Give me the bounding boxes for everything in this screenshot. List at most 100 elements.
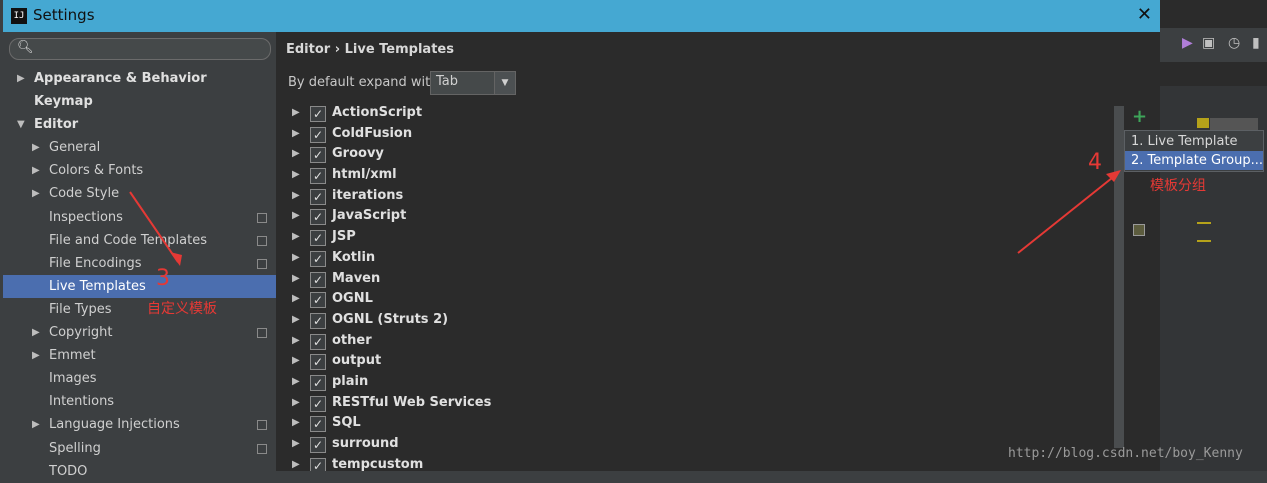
chevron-right-icon[interactable]: ▶ [292, 376, 300, 387]
group-checkbox[interactable]: ✓ [310, 354, 326, 371]
sidebar-item[interactable]: ▶ Copyright [3, 321, 276, 344]
template-group-row[interactable]: ▶ ✓ SQL [288, 414, 1118, 435]
chevron-right-icon[interactable]: ▶ [32, 344, 40, 367]
sidebar-item[interactable]: ▶ Code Style [3, 182, 276, 205]
group-checkbox[interactable]: ✓ [310, 271, 326, 288]
group-checkbox[interactable]: ✓ [310, 168, 326, 185]
sidebar-item[interactable]: Inspections [3, 206, 276, 229]
template-group-name: Maven [332, 270, 381, 286]
expand-select[interactable]: Tab ▼ [430, 71, 516, 95]
template-group-row[interactable]: ▶ ✓ surround [288, 435, 1118, 456]
group-checkbox[interactable]: ✓ [310, 374, 326, 391]
template-group-row[interactable]: ▶ ✓ Kotlin [288, 249, 1118, 270]
group-checkbox[interactable]: ✓ [310, 416, 326, 433]
chevron-right-icon[interactable]: ▶ [292, 459, 300, 470]
menu-item-template-group[interactable]: 2. Template Group... [1125, 151, 1263, 170]
chevron-right-icon[interactable]: ▶ [32, 413, 40, 436]
chevron-down-icon[interactable]: ▼ [494, 72, 515, 94]
chevron-right-icon[interactable]: ▶ [32, 159, 40, 182]
chevron-right-icon[interactable]: ▶ [292, 169, 300, 180]
group-checkbox[interactable]: ✓ [310, 437, 326, 453]
sidebar-item[interactable]: ▶ Emmet [3, 344, 276, 367]
chevron-right-icon[interactable]: ▶ [32, 182, 40, 205]
chevron-right-icon[interactable]: ▶ [292, 438, 300, 449]
scrollbar[interactable] [1114, 106, 1124, 448]
chevron-right-icon[interactable]: ▶ [292, 355, 300, 366]
chevron-right-icon[interactable]: ▶ [17, 67, 25, 90]
chevron-right-icon[interactable]: ▶ [292, 128, 300, 139]
template-group-row[interactable]: ▶ ✓ plain [288, 373, 1118, 394]
template-group-name: JSP [332, 229, 356, 245]
close-icon[interactable]: ✕ [1137, 4, 1152, 25]
sidebar-item-label: Code Style [49, 186, 120, 202]
chevron-right-icon[interactable]: ▶ [292, 273, 300, 284]
group-checkbox[interactable]: ✓ [310, 230, 326, 247]
search-input[interactable]: 🔍︎ [9, 38, 271, 60]
chevron-right-icon[interactable]: ▶ [292, 417, 300, 428]
template-group-row[interactable]: ▶ ✓ Maven [288, 270, 1118, 291]
debug-icon: ▣ [1202, 35, 1216, 51]
sidebar-item[interactable]: Keymap [3, 90, 276, 113]
chevron-right-icon[interactable]: ▶ [292, 314, 300, 325]
sidebar-item[interactable]: Intentions [3, 390, 276, 413]
template-group-row[interactable]: ▶ ✓ JavaScript [288, 207, 1118, 228]
template-group-row[interactable]: ▶ ✓ JSP [288, 228, 1118, 249]
chevron-right-icon[interactable]: ▶ [292, 190, 300, 201]
group-checkbox[interactable]: ✓ [310, 147, 326, 164]
group-checkbox[interactable]: ✓ [310, 250, 326, 267]
group-checkbox[interactable]: ✓ [310, 188, 326, 205]
chevron-right-icon[interactable]: ▶ [292, 397, 300, 408]
template-group-row[interactable]: ▶ ✓ other [288, 332, 1118, 353]
template-group-name: surround [332, 436, 399, 451]
sidebar-item[interactable]: ▼ Editor [3, 113, 276, 136]
template-group-row[interactable]: ▶ ✓ RESTful Web Services [288, 394, 1118, 415]
chevron-right-icon[interactable]: ▶ [292, 210, 300, 221]
chevron-right-icon[interactable]: ▶ [292, 252, 300, 263]
group-checkbox[interactable]: ✓ [310, 457, 326, 471]
template-group-row[interactable]: ▶ ✓ output [288, 352, 1118, 373]
template-group-row[interactable]: ▶ ✓ iterations [288, 187, 1118, 208]
chevron-right-icon[interactable]: ▶ [292, 231, 300, 242]
sidebar-item-label: Spelling [49, 440, 101, 456]
chevron-right-icon[interactable]: ▶ [292, 293, 300, 304]
group-checkbox[interactable]: ✓ [310, 395, 326, 412]
sidebar-item[interactable]: ▶ Language Injections [3, 413, 276, 436]
sidebar-item[interactable]: ▶ Colors & Fonts [3, 159, 276, 182]
copy-icon[interactable] [1133, 224, 1145, 236]
run-icon: ▶ [1182, 35, 1193, 51]
template-group-row[interactable]: ▶ ✓ ColdFusion [288, 125, 1118, 146]
template-group-row[interactable]: ▶ ✓ html/xml [288, 166, 1118, 187]
annotation-text-3: 自定义模板 [147, 301, 217, 317]
sidebar-item[interactable]: File Encodings [3, 252, 276, 275]
template-group-row[interactable]: ▶ ✓ OGNL [288, 290, 1118, 311]
template-group-row[interactable]: ▶ ✓ tempcustom [288, 456, 1118, 471]
plus-icon[interactable]: + [1132, 106, 1147, 127]
sidebar-item[interactable]: Images [3, 367, 276, 390]
group-checkbox[interactable]: ✓ [310, 106, 326, 122]
sidebar-item[interactable]: ▶ Appearance & Behavior [3, 67, 276, 90]
chevron-right-icon[interactable]: ▶ [292, 148, 300, 159]
chevron-right-icon[interactable]: ▶ [292, 335, 300, 346]
chevron-down-icon[interactable]: ▼ [17, 113, 25, 136]
template-group-row[interactable]: ▶ ✓ ActionScript [288, 104, 1118, 125]
group-checkbox[interactable]: ✓ [310, 312, 326, 329]
chevron-right-icon[interactable]: ▶ [32, 136, 40, 159]
chevron-right-icon[interactable]: ▶ [32, 321, 40, 344]
sidebar-item[interactable]: File and Code Templates [3, 229, 276, 252]
annotation-text-4: 模板分组 [1150, 178, 1206, 194]
template-group-row[interactable]: ▶ ✓ Groovy [288, 145, 1118, 166]
group-checkbox[interactable]: ✓ [310, 292, 326, 309]
sidebar-item[interactable]: File Types [3, 298, 276, 321]
sidebar-item[interactable]: Spelling [3, 437, 276, 460]
sidebar-item[interactable]: TODO [3, 460, 276, 483]
menu-item-live-template[interactable]: 1. Live Template [1125, 132, 1263, 151]
chevron-right-icon[interactable]: ▶ [292, 107, 300, 118]
group-checkbox[interactable]: ✓ [310, 126, 326, 143]
group-checkbox[interactable]: ✓ [310, 333, 326, 350]
sidebar-item[interactable]: Live Templates [3, 274, 276, 298]
template-group-name: html/xml [332, 167, 397, 183]
sidebar-item[interactable]: ▶ General [3, 136, 276, 159]
group-checkbox[interactable]: ✓ [310, 209, 326, 226]
sidebar-item-label: File and Code Templates [49, 232, 207, 248]
template-group-row[interactable]: ▶ ✓ OGNL (Struts 2) [288, 311, 1118, 332]
